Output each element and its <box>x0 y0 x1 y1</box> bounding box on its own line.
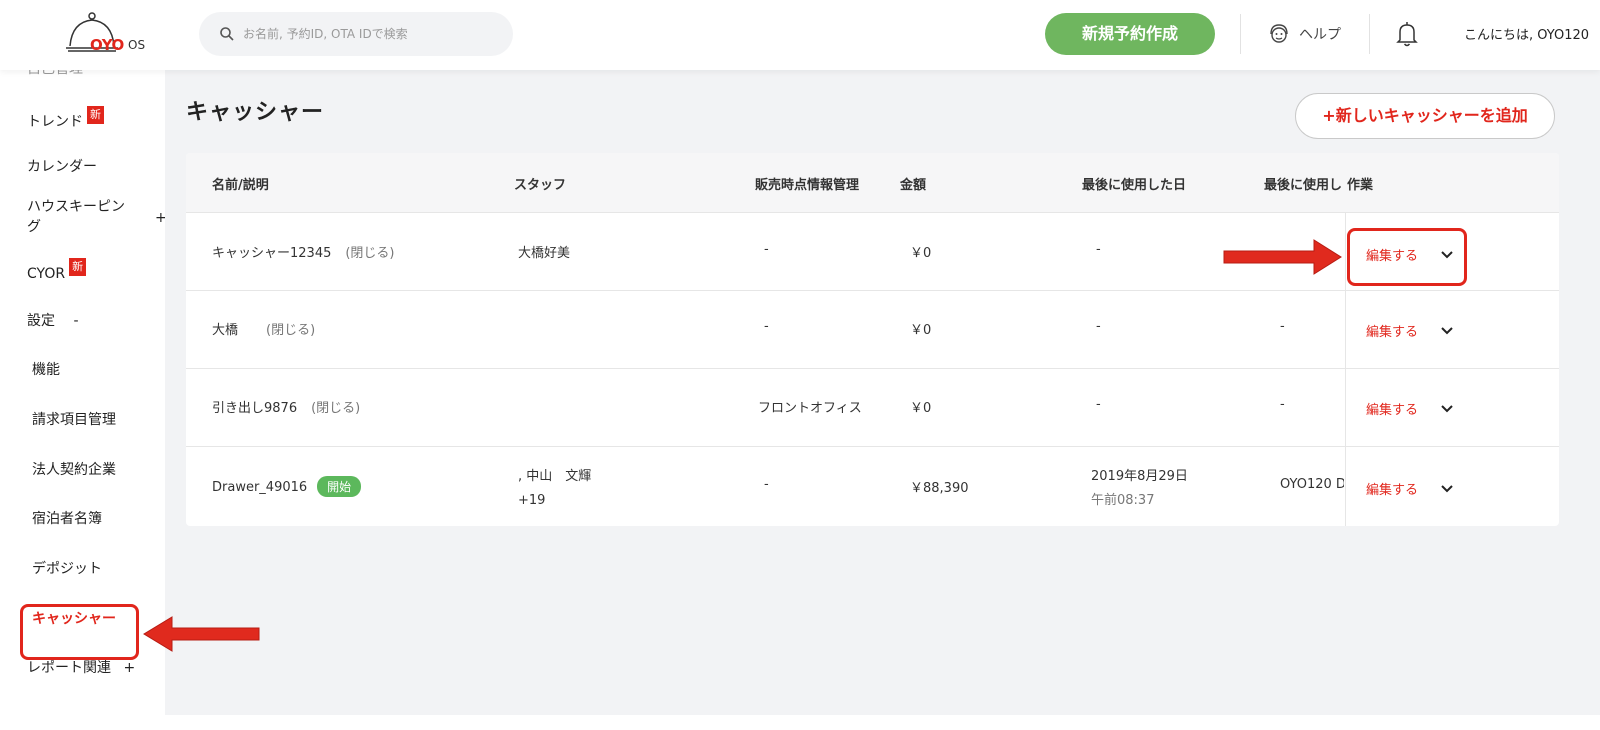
help-link[interactable]: ヘルプ <box>1267 20 1341 48</box>
edit-highlight-box <box>1347 228 1467 286</box>
cashier-name: 大橋 (閉じる) <box>212 319 315 338</box>
table-header: 名前/説明 スタッフ 販売時点情報管理 金額 最後に使用した日 最後に使用し 作… <box>186 153 1559 212</box>
action-column-divider <box>1345 369 1346 446</box>
pos-value: - <box>764 319 769 334</box>
sidebar-item-label: トレンド <box>27 114 83 130</box>
sidebar-item-trend[interactable]: トレンド新 <box>27 106 104 131</box>
cashier-name: Drawer_49016 開始 <box>212 476 362 497</box>
cashier-name-text: キャッシャー12345 <box>212 246 332 261</box>
sidebar-item-label: CYOR <box>27 266 66 282</box>
header-divider <box>1240 14 1241 54</box>
col-header-last-used-date: 最後に使用した日 <box>1082 178 1187 193</box>
cashier-table: 名前/説明 スタッフ 販売時点情報管理 金額 最後に使用した日 最後に使用し 作… <box>186 153 1559 526</box>
sidebar-item-label: レポート関連 <box>27 660 111 676</box>
cashier-name-text: 大橋 <box>212 323 239 338</box>
status-closed: (閉じる) <box>266 323 316 338</box>
staff-name-text: , 中山 文輝 <box>518 469 592 484</box>
search-icon <box>220 27 234 41</box>
sidebar-item-label: ハウスキーピン <box>27 199 125 215</box>
action-column-divider <box>1345 213 1346 290</box>
status-closed: (閉じる) <box>311 401 361 416</box>
new-booking-button[interactable]: 新規予約作成 <box>1045 13 1215 55</box>
add-cashier-button[interactable]: +新しいキャッシャーを追加 <box>1295 93 1555 139</box>
sidebar-item-corporate-clients[interactable]: 法人契約企業 <box>32 459 116 479</box>
pos-value: フロントオフィス <box>758 401 862 416</box>
last-used-date: - <box>1096 319 1101 334</box>
sidebar-item-deposit[interactable]: デポジット <box>32 558 102 578</box>
sidebar-item-housekeeping[interactable]: ハウスキーピン グ <box>27 197 125 237</box>
annotation-arrow-right-icon <box>1223 239 1342 275</box>
col-header-action: 作業 <box>1347 178 1374 193</box>
amount-value: ￥88,390 <box>910 481 969 496</box>
sidebar-item-billing-items[interactable]: 請求項目管理 <box>32 409 116 429</box>
last-used-date: - <box>1096 397 1101 412</box>
search-box[interactable] <box>199 12 513 56</box>
sidebar-item-partial[interactable]: 自己管理 <box>27 70 83 78</box>
sidebar-item-reports[interactable]: レポート関連 + <box>27 657 135 677</box>
new-badge: 新 <box>69 258 87 276</box>
chevron-down-icon[interactable] <box>1440 404 1454 414</box>
notification-bell-icon[interactable] <box>1395 20 1419 48</box>
staff-name: , 中山 文輝 +19 <box>518 465 591 513</box>
amount-value: ￥0 <box>910 246 932 261</box>
edit-button[interactable]: 編集する <box>1366 399 1418 418</box>
pos-value: - <box>764 242 769 257</box>
status-open-badge: 開始 <box>317 476 362 497</box>
sidebar-item-settings[interactable]: 設定 - <box>27 310 79 330</box>
last-used-time-text: 午前08:37 <box>1091 493 1155 508</box>
cashier-name: キャッシャー12345 (閉じる) <box>212 242 395 261</box>
help-label: ヘルプ <box>1299 27 1341 43</box>
annotation-arrow-left-icon <box>143 616 260 652</box>
staff-name: 大橋好美 <box>518 246 571 261</box>
amount-value: ￥0 <box>910 323 932 338</box>
col-header-last-used-by: 最後に使用し <box>1264 178 1343 193</box>
col-header-staff: スタッフ <box>514 178 567 193</box>
table-row: 大橋 (閉じる) - ￥0 - - 編集する <box>186 290 1559 368</box>
table-row: 引き出し9876 (閉じる) フロントオフィス ￥0 - - 編集する <box>186 368 1559 446</box>
edit-button[interactable]: 編集する <box>1366 479 1418 498</box>
last-used-by: - <box>1280 397 1285 412</box>
action-column-divider <box>1345 291 1346 368</box>
status-closed: (閉じる) <box>345 246 395 261</box>
header-divider <box>1369 14 1370 54</box>
col-header-amount: 金額 <box>900 178 927 193</box>
col-header-pos: 販売時点情報管理 <box>755 178 860 193</box>
amount-value: ￥0 <box>910 401 932 416</box>
expand-toggle-icon[interactable]: + <box>123 660 135 676</box>
oyo-os-logo[interactable]: OYO OS <box>66 10 156 60</box>
edit-button[interactable]: 編集する <box>1366 321 1418 340</box>
cashier-name-text: Drawer_49016 <box>212 480 308 495</box>
cashier-name-text: 引き出し9876 <box>212 401 298 416</box>
staff-more-count: +19 <box>518 493 546 508</box>
page-title: キャッシャー <box>186 100 325 125</box>
sidebar-item-label-wrap: グ <box>27 219 41 235</box>
user-greeting[interactable]: こんにちは, OYO120 <box>1464 24 1589 43</box>
sidebar-item-label: 設定 <box>27 313 55 329</box>
action-column-divider <box>1345 447 1346 526</box>
search-input[interactable] <box>243 22 503 46</box>
sidebar-item-cyor[interactable]: CYOR 新 <box>27 258 87 282</box>
pos-value: - <box>764 477 769 492</box>
chevron-down-icon[interactable] <box>1440 326 1454 336</box>
new-badge: 新 <box>87 106 104 124</box>
logo-brand: OYO <box>90 36 124 54</box>
sidebar-highlight-box <box>20 604 139 660</box>
last-used-date: - <box>1096 242 1101 257</box>
sidebar-item-features[interactable]: 機能 <box>32 359 60 379</box>
last-used-date-text: 2019年8月29日 <box>1091 469 1188 484</box>
expand-toggle-icon[interactable]: + <box>155 210 165 226</box>
top-header: OYO OS 新規予約作成 ヘルプ こんにちは, OYO120 <box>0 0 1600 70</box>
collapse-toggle-icon[interactable]: - <box>73 313 78 329</box>
last-used-by: - <box>1280 319 1285 334</box>
col-header-name: 名前/説明 <box>212 178 269 193</box>
sidebar-item-guest-registry[interactable]: 宿泊者名簿 <box>32 508 102 528</box>
logo-suffix: OS <box>128 38 146 52</box>
support-headset-icon <box>1270 24 1288 43</box>
last-used-by: OYO120 D <box>1280 477 1344 492</box>
chevron-down-icon[interactable] <box>1440 484 1454 494</box>
last-used-date: 2019年8月29日 午前08:37 <box>1091 465 1188 513</box>
table-row: Drawer_49016 開始 , 中山 文輝 +19 - ￥88,390 201… <box>186 446 1559 526</box>
sidebar-item-calendar[interactable]: カレンダー <box>27 156 97 176</box>
cashier-name: 引き出し9876 (閉じる) <box>212 397 360 416</box>
